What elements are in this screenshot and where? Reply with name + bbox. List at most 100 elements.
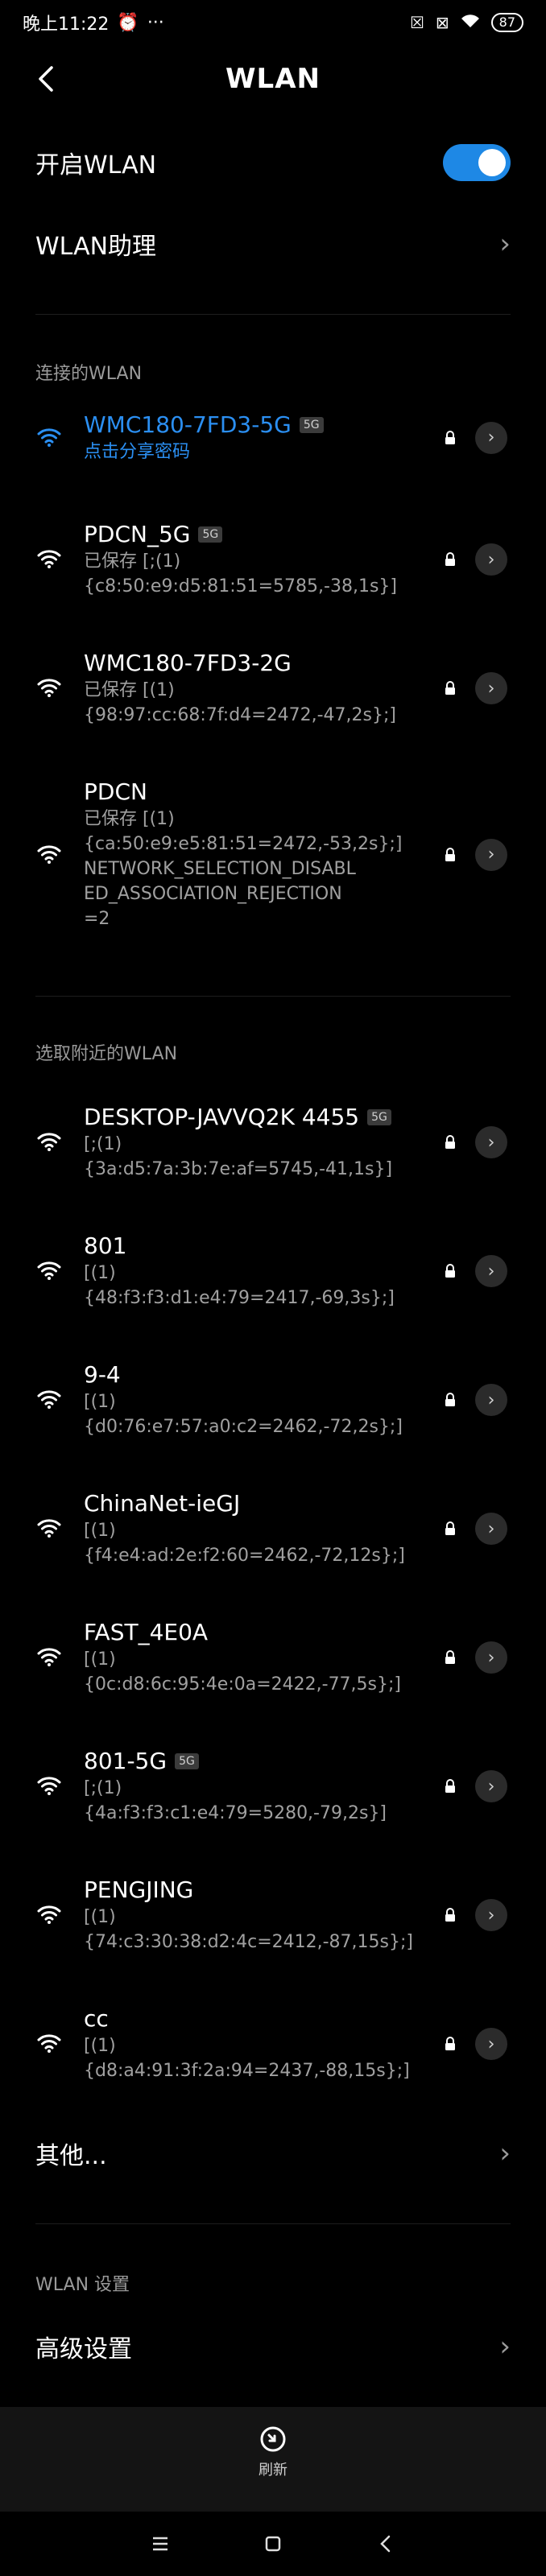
chevron-right-icon: › (487, 1261, 495, 1282)
lock-icon (445, 681, 457, 697)
chevron-right-icon: › (487, 1518, 495, 1539)
wifi-name-row: WMC180-7FD3-5G 5G (84, 411, 430, 440)
wifi-signal-icon (35, 1389, 68, 1414)
other-networks-row[interactable]: 其他... › (0, 2113, 546, 2194)
wlan-toggle-row[interactable]: 开启WLAN (0, 122, 546, 203)
wifi-detail-line: {d8:a4:91:3f:2a:94=2437,-88,15s};] (84, 2061, 410, 2081)
chevron-right-icon: › (487, 678, 495, 699)
wifi-detail-line: 已保存 [(1) (84, 680, 175, 700)
chevron-right-icon: › (487, 1647, 495, 1668)
network-detail-button[interactable]: › (475, 543, 507, 576)
menu-nav-button[interactable] (144, 2528, 176, 2560)
lock-icon (445, 1908, 457, 1924)
wifi-name-row: DESKTOP-JAVVQ2K 4455 5G (84, 1103, 430, 1132)
wifi-detail-line: ED_ASSOCIATION_REJECTION (84, 884, 342, 904)
back-triangle-icon (380, 2535, 391, 2553)
network-detail-button[interactable]: › (475, 1126, 507, 1158)
back-nav-button[interactable] (370, 2528, 402, 2560)
network-detail-button[interactable]: › (475, 1641, 507, 1674)
connected-section-header: 连接的WLAN (35, 364, 143, 384)
home-nav-button[interactable] (257, 2528, 289, 2560)
wifi-detail-line: {ca:50:e9:e5:81:51=2472,-53,2s};] (84, 834, 403, 854)
lock-icon (445, 430, 457, 447)
network-detail-button[interactable]: › (475, 1255, 507, 1287)
wifi-detail-line: [(1) (84, 1649, 116, 1670)
network-detail-button[interactable]: › (475, 421, 507, 454)
wifi-text: cc [(1) {d8:a4:91:3f:2a:94=2437,-88,15s};] (84, 2004, 430, 2083)
wifi-ssid: ChinaNet-ieGJ (84, 1490, 241, 1517)
network-detail-button[interactable]: › (475, 838, 507, 871)
chevron-right-icon: › (487, 1132, 495, 1153)
wifi-text: PENGJING [(1) {74:c3:30:38:d2:4c=2412,-87,… (84, 1876, 430, 1955)
bottom-action-bar: 刷新 (0, 2407, 546, 2512)
advanced-settings-row[interactable]: 高级设置 › (0, 2306, 546, 2387)
lock-icon (445, 1264, 457, 1280)
wifi-detail-line: =2 (84, 909, 110, 929)
band-5g-badge: 5G (299, 417, 324, 433)
network-detail-button[interactable]: › (475, 1384, 507, 1416)
lock-icon (445, 1650, 457, 1666)
alarm-icon: ⏰ (117, 12, 139, 33)
wifi-signal-icon (35, 1131, 68, 1157)
wifi-detail-line: {4a:f3:f3:c1:e4:79=5280,-79,2s}] (84, 1803, 387, 1823)
wifi-signal-icon (35, 844, 68, 869)
lock-icon (445, 1521, 457, 1538)
wlan-assistant-row[interactable]: WLAN助理 › (0, 204, 546, 284)
wifi-signal-icon (35, 1775, 68, 1801)
share-password-link[interactable]: 点击分享密码 (84, 440, 430, 464)
wifi-ssid: WMC180-7FD3-5G (84, 411, 292, 438)
wifi-signal-icon (35, 1646, 68, 1672)
wifi-detail-line: [(1) (84, 1521, 116, 1541)
wifi-name-row: ChinaNet-ieGJ (84, 1489, 430, 1518)
wifi-signal-icon (35, 1517, 68, 1543)
refresh-button[interactable]: 刷新 (233, 2425, 313, 2497)
wifi-detail-line: {f4:e4:ad:2e:f2:60=2462,-72,12s};] (84, 1546, 405, 1566)
wifi-name-row: 801-5G 5G (84, 1747, 430, 1776)
wifi-detail-line: {74:c3:30:38:d2:4c=2412,-87,15s};] (84, 1932, 413, 1952)
chevron-right-icon: › (487, 1776, 495, 1797)
chevron-right-icon: › (499, 2137, 511, 2169)
wlan-toggle-label: 开启WLAN (35, 151, 157, 180)
lock-icon (445, 2037, 457, 2053)
wifi-text: PDCN 已保存 [(1) {ca:50:e9:e5:81:51=2472,-53,… (84, 778, 430, 931)
network-detail-button[interactable]: › (475, 672, 507, 704)
wifi-ssid: PDCN (84, 778, 147, 805)
wlan-assistant-label: WLAN助理 (35, 233, 157, 261)
wifi-name-row: PDCN (84, 778, 430, 807)
lock-icon (445, 1135, 457, 1151)
wifi-name-row: 9-4 (84, 1360, 430, 1389)
no-sim-icon: ⊠ (435, 13, 449, 32)
lock-icon (445, 552, 457, 568)
top-bar: WLAN (0, 48, 546, 113)
chevron-right-icon: › (499, 2330, 511, 2363)
wifi-name-row: FAST_4E0A (84, 1618, 430, 1647)
wifi-text: 9-4 [(1) {d0:76:e7:57:a0:c2=2462,-72,2s};] (84, 1360, 430, 1439)
network-detail-button[interactable]: › (475, 2028, 507, 2060)
settings-section-header: WLAN 设置 (35, 2275, 130, 2295)
wifi-signal-icon (35, 2033, 68, 2058)
network-detail-button[interactable]: › (475, 1513, 507, 1545)
wifi-status-icon (461, 13, 480, 32)
wifi-signal-icon (35, 677, 68, 703)
wifi-detail-line: {3a:d5:7a:3b:7e:af=5745,-41,1s}] (84, 1159, 393, 1179)
chevron-right-icon: › (487, 844, 495, 865)
divider (35, 2223, 511, 2224)
wifi-name-row: 801 (84, 1232, 430, 1261)
wifi-detail-line: [(1) (84, 1907, 116, 1927)
wlan-toggle-switch[interactable] (443, 144, 511, 181)
wifi-ssid: PENGJING (84, 1876, 194, 1903)
network-detail-button[interactable]: › (475, 1770, 507, 1802)
band-5g-badge: 5G (198, 526, 223, 543)
wifi-text: 801 [(1) {48:f3:f3:d1:e4:79=2417,-69,3s};] (84, 1232, 430, 1311)
network-detail-button[interactable]: › (475, 1899, 507, 1931)
wifi-detail-line: {0c:d8:6c:95:4e:0a=2422,-77,5s};] (84, 1674, 402, 1695)
wifi-text: WMC180-7FD3-5G 5G 点击分享密码 (84, 411, 430, 464)
other-networks-label: 其他... (35, 2142, 107, 2170)
wifi-detail-line: {c8:50:e9:d5:81:51=5785,-38,1s}] (84, 576, 398, 597)
chevron-right-icon: › (487, 1389, 495, 1410)
wifi-detail-line: [;(1) (84, 1134, 122, 1154)
wifi-detail-line: {98:97:cc:68:7f:d4=2472,-47,2s};] (84, 705, 396, 725)
menu-icon (153, 2537, 168, 2551)
system-nav-bar (0, 2512, 546, 2576)
do-not-disturb-icon: ☒ (409, 13, 424, 32)
